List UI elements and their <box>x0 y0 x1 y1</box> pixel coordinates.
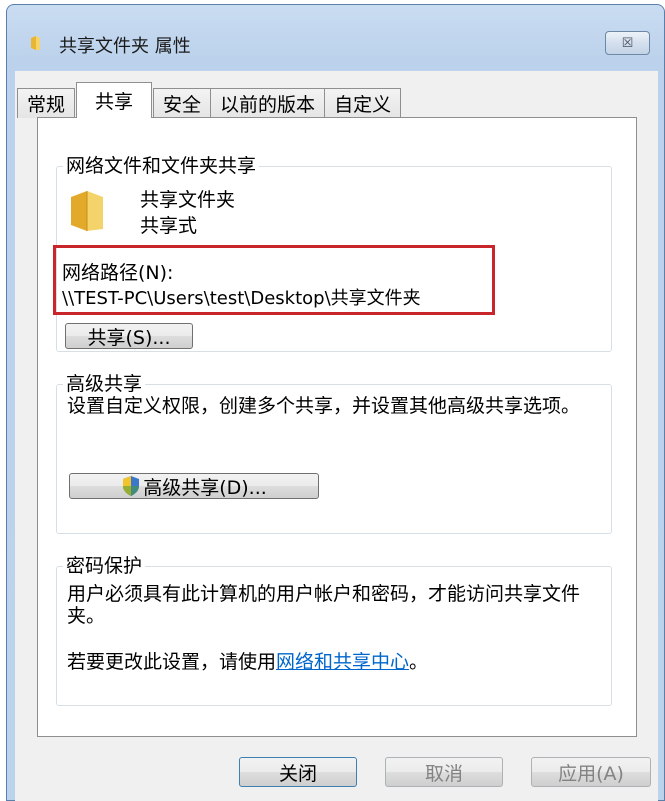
folder-icon <box>31 36 40 50</box>
shared-folder-icon <box>71 191 103 231</box>
cancel-button[interactable]: 取消 <box>385 757 503 787</box>
share-button[interactable]: 共享(S)... <box>65 323 193 349</box>
change-setting-text: 若要更改此设置，请使用网络和共享中心。 <box>67 647 428 674</box>
tab-previous-versions[interactable]: 以前的版本 <box>210 88 326 118</box>
apply-button[interactable]: 应用(A) <box>531 757 651 787</box>
sharing-tab-panel: 网络文件和文件夹共享 共享文件夹 共享式 网络路径(N): \\TEST-PC\… <box>37 117 637 737</box>
advanced-sharing-button-label: 高级共享(D)... <box>143 476 267 499</box>
title-bar: 共享文件夹 属性 ☒ <box>7 5 664 71</box>
close-window-button[interactable]: ☒ <box>605 31 650 55</box>
network-sharing-center-link[interactable]: 网络和共享中心 <box>276 651 409 673</box>
tab-bar: 常规 共享 安全 以前的版本 自定义 <box>17 82 402 118</box>
close-icon: ☒ <box>621 35 634 51</box>
group-title: 密码保护 <box>63 555 146 577</box>
network-path-value: \\TEST-PC\Users\test\Desktop\共享文件夹 <box>62 288 421 309</box>
uac-shield-icon <box>123 476 140 496</box>
password-protection-group: 密码保护 用户必须具有此计算机的用户帐户和密码，才能访问共享文件夹。 若要更改此… <box>56 555 612 706</box>
advanced-sharing-button[interactable]: 高级共享(D)... <box>69 473 319 499</box>
change-setting-prefix: 若要更改此设置，请使用 <box>67 651 277 673</box>
group-title: 网络文件和文件夹共享 <box>63 155 260 177</box>
advanced-sharing-group: 高级共享 设置自定义权限，创建多个共享，并设置其他高级共享选项。 高级共享(D)… <box>56 373 612 534</box>
tab-customize[interactable]: 自定义 <box>324 88 402 118</box>
folder-name: 共享文件夹 <box>140 189 236 211</box>
tab-general[interactable]: 常规 <box>17 88 76 118</box>
group-title: 高级共享 <box>63 373 146 395</box>
tab-security[interactable]: 安全 <box>153 88 212 118</box>
share-status: 共享式 <box>140 215 198 237</box>
close-button[interactable]: 关闭 <box>239 757 357 787</box>
tab-sharing[interactable]: 共享 <box>76 82 153 118</box>
change-setting-suffix: 。 <box>409 651 429 673</box>
password-protection-description: 用户必须具有此计算机的用户帐户和密码，才能访问共享文件夹。 <box>67 583 581 627</box>
window-title: 共享文件夹 属性 <box>59 36 191 57</box>
network-path-highlight: 网络路径(N): \\TEST-PC\Users\test\Desktop\共享… <box>53 245 495 315</box>
dialog-client-area: 常规 共享 安全 以前的版本 自定义 网络文件和文件夹共享 共享文件夹 共享式 … <box>15 71 658 801</box>
properties-window: 共享文件夹 属性 ☒ 常规 共享 安全 以前的版本 自定义 网络文件和文件夹共享… <box>6 4 665 801</box>
network-sharing-group: 网络文件和文件夹共享 共享文件夹 共享式 网络路径(N): \\TEST-PC\… <box>53 155 612 352</box>
network-path-label: 网络路径(N): <box>62 262 174 284</box>
advanced-sharing-description: 设置自定义权限，创建多个共享，并设置其他高级共享选项。 <box>67 395 581 417</box>
